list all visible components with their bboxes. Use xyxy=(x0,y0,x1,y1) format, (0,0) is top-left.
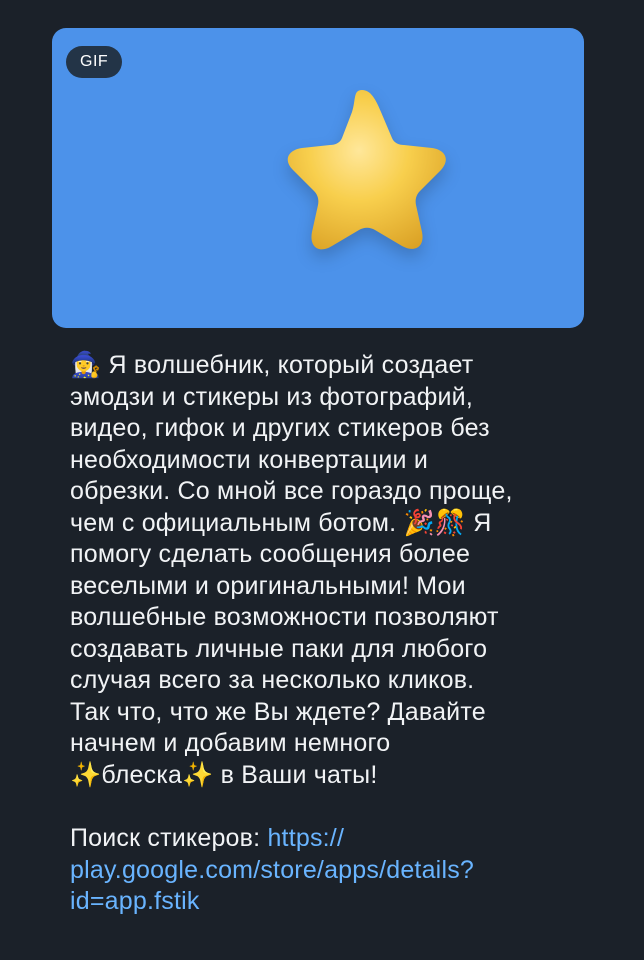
description-line: эмодзи и стикеры из фотографий, xyxy=(70,382,473,411)
gif-badge: GIF xyxy=(66,46,123,78)
search-line: Поиск стикеров: https:// xyxy=(70,823,590,855)
description-line: чем с официальным ботом. 🎉🎊 Я xyxy=(70,508,492,537)
description-line: Так что, что же Вы ждете? Давайте xyxy=(70,697,486,726)
description-line: обрезки. Со мной все гораздо проще, xyxy=(70,477,513,505)
description-line: помогу сделать сообщения более xyxy=(70,540,471,568)
description-line: ✨блеска✨ в Ваши чаты! xyxy=(70,760,378,789)
star-icon xyxy=(287,90,446,250)
description-line: волшебные возможности позволяют xyxy=(70,603,499,631)
description-line: случая всего за несколько кликов. xyxy=(70,666,475,694)
gif-message-media[interactable]: GIF xyxy=(52,28,584,328)
sticker-search-paragraph: Поиск стикеров: https:// play.google.com… xyxy=(70,823,590,918)
description-line: веселыми и оригинальными! Мои xyxy=(70,571,466,600)
description-line: необходимости конвертации и xyxy=(70,445,428,474)
store-link[interactable]: play.google.com/store/apps/details? xyxy=(70,855,590,887)
description-line: начнем и добавим немного xyxy=(70,729,391,757)
bot-description: 🧙‍♀️ Я волшебник, который создает эмодзи… xyxy=(70,350,590,791)
store-link[interactable]: id=app.fstik xyxy=(70,886,590,918)
description-line: видео, гифок и других стикеров без xyxy=(70,414,490,442)
message-text: 🧙‍♀️ Я волшебник, который создает эмодзи… xyxy=(70,350,590,918)
description-line: создавать личные паки для любого xyxy=(70,634,488,663)
description-line: 🧙‍♀️ Я волшебник, который создает xyxy=(70,351,474,379)
store-link[interactable]: https:// xyxy=(267,824,344,852)
search-label: Поиск стикеров: xyxy=(70,824,268,852)
